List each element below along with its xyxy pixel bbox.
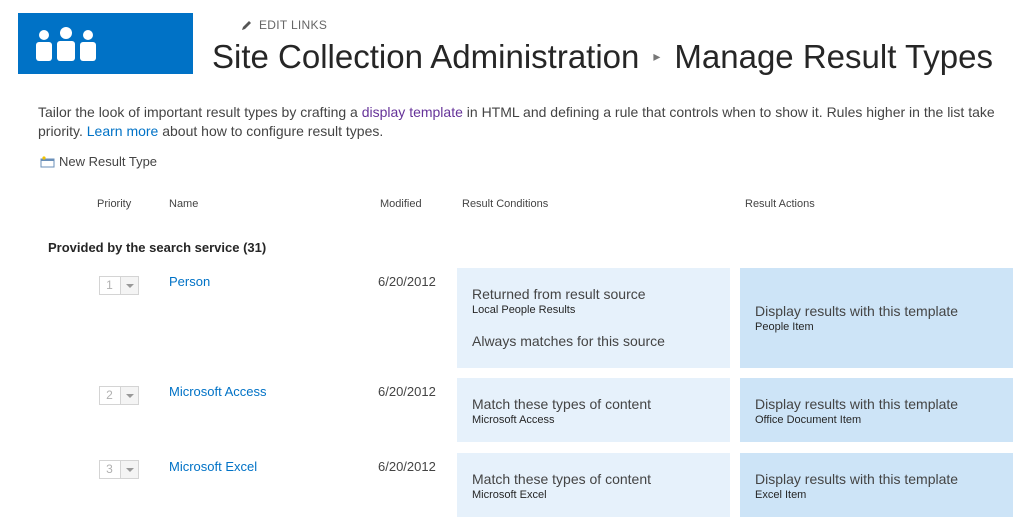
result-conditions-cell: Match these types of content Microsoft A…	[457, 378, 730, 442]
condition-detail: Local People Results	[472, 304, 576, 316]
result-conditions-cell: Match these types of content Microsoft E…	[457, 453, 730, 517]
modified-date: 6/20/2012	[378, 384, 436, 399]
new-item-icon	[40, 155, 55, 167]
priority-select[interactable]: 2	[99, 386, 139, 405]
new-result-type-button[interactable]: New Result Type	[40, 154, 157, 169]
action-title: Display results with this template	[755, 471, 959, 487]
breadcrumb-parent[interactable]: Site Collection Administration	[212, 38, 639, 75]
result-type-name-link[interactable]: Microsoft Excel	[169, 459, 257, 474]
modified-date: 6/20/2012	[378, 459, 436, 474]
condition-title: Match these types of content	[472, 471, 651, 487]
chevron-down-icon[interactable]	[120, 277, 138, 294]
priority-select[interactable]: 3	[99, 460, 139, 479]
priority-value: 1	[106, 278, 113, 292]
column-header-actions[interactable]: Result Actions	[745, 198, 815, 210]
description-text: about how to configure result types.	[158, 123, 384, 139]
display-template-link[interactable]: display template	[362, 104, 463, 120]
chevron-down-icon[interactable]	[120, 387, 138, 404]
condition-title: Returned from result source	[472, 286, 646, 302]
new-result-type-label: New Result Type	[59, 154, 158, 169]
action-detail: Office Document Item	[755, 414, 862, 426]
edit-links-button[interactable]: EDIT LINKS	[240, 18, 327, 32]
result-actions-cell: Display results with this template Offic…	[740, 378, 1013, 442]
group-header: Provided by the search service (31)	[48, 240, 267, 255]
priority-value: 2	[106, 388, 113, 402]
pencil-icon	[242, 20, 251, 30]
column-header-name[interactable]: Name	[169, 198, 198, 210]
people-logo-icon	[36, 27, 96, 61]
page-description: Tailor the look of important result type…	[38, 103, 1018, 141]
result-conditions-cell: Returned from result source Local People…	[457, 268, 730, 368]
description-text: Tailor the look of important result type…	[38, 104, 362, 120]
result-type-name-link[interactable]: Person	[169, 274, 210, 289]
edit-links-label: EDIT LINKS	[259, 18, 328, 32]
result-type-name-link[interactable]: Microsoft Access	[169, 384, 267, 399]
condition-detail: Microsoft Access	[472, 414, 555, 426]
modified-date: 6/20/2012	[378, 274, 436, 289]
priority-select[interactable]: 1	[99, 276, 139, 295]
chevron-right-icon: ▸	[653, 47, 661, 64]
action-title: Display results with this template	[755, 303, 959, 319]
chevron-down-icon[interactable]	[120, 461, 138, 478]
action-detail: Excel Item	[755, 489, 807, 501]
page-title: Site Collection Administration ▸ Manage Re…	[212, 38, 993, 76]
column-header-conditions[interactable]: Result Conditions	[462, 198, 548, 210]
column-header-modified[interactable]: Modified	[380, 198, 422, 210]
condition-title: Match these types of content	[472, 396, 651, 412]
site-logo[interactable]	[18, 13, 193, 74]
condition-detail: Microsoft Excel	[472, 489, 547, 501]
action-title: Display results with this template	[755, 396, 959, 412]
learn-more-link[interactable]: Learn more	[87, 123, 159, 139]
priority-value: 3	[106, 462, 113, 476]
result-actions-cell: Display results with this template Excel…	[740, 453, 1013, 517]
action-detail: People Item	[755, 321, 814, 333]
result-actions-cell: Display results with this template Peopl…	[740, 268, 1013, 368]
column-header-priority[interactable]: Priority	[97, 198, 131, 210]
condition-extra: Always matches for this source	[472, 333, 665, 349]
page-title-text: Manage Result Types	[674, 38, 993, 75]
